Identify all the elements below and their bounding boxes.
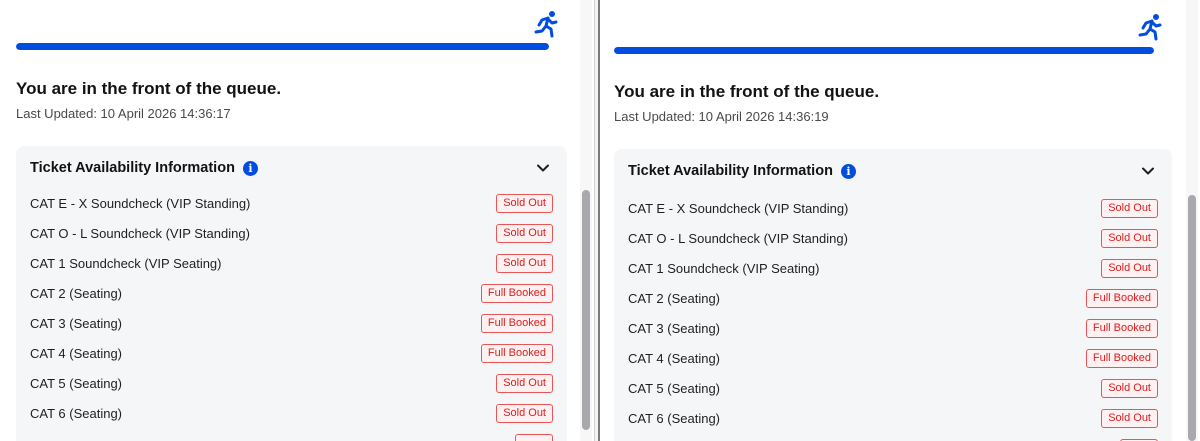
category-label: CAT 3 (Seating) xyxy=(30,315,123,331)
status-badge: Sold Out xyxy=(1101,408,1158,428)
status-badge: Full Booked xyxy=(480,283,553,303)
status-badge: Sold Out xyxy=(496,403,553,423)
ticket-category-row: CAT 6 (Seating) Sold Out xyxy=(30,398,553,428)
status-badge: Sold Out xyxy=(1101,198,1158,218)
running-person-icon xyxy=(1138,14,1162,41)
ticket-category-row: CAT 2 (Seating) Full Booked xyxy=(30,278,553,308)
category-label: CAT O - L Soundcheck (VIP Standing) xyxy=(30,225,250,241)
ticket-category-row: CAT O - L Soundcheck (VIP Standing) Sold … xyxy=(30,218,553,248)
category-label: CAT 1 Soundcheck (VIP Seating) xyxy=(628,260,820,276)
status-badge: Full Booked xyxy=(1085,288,1158,308)
ticket-category-row: CAT 4 (Seating) Full Booked xyxy=(628,343,1158,373)
ticket-category-row: CAT O - L Soundcheck (VIP Standing) Sold … xyxy=(628,223,1158,253)
category-label: CAT 3 (Seating) xyxy=(628,320,721,336)
chevron-down-icon[interactable] xyxy=(1140,163,1156,179)
ticket-category-row: CAT 4 (Seating) Full Booked xyxy=(30,338,553,368)
last-updated-text: Last Updated: 10 April 2026 14:36:19 xyxy=(614,109,829,124)
status-badge: Sold Out xyxy=(496,253,553,273)
queue-progress-fill xyxy=(614,47,1154,54)
ticket-availability-card: Ticket Availability Information i CAT E … xyxy=(614,149,1172,441)
info-icon[interactable]: i xyxy=(242,160,258,176)
status-badge: Sold Out xyxy=(1101,258,1158,278)
chevron-down-icon[interactable] xyxy=(535,160,551,176)
ticket-availability-card: Ticket Availability Information i CAT E … xyxy=(16,146,567,441)
ticket-availability-header[interactable]: Ticket Availability Information i xyxy=(628,159,1158,183)
ticket-category-list: CAT E - X Soundcheck (VIP Standing) Sold … xyxy=(30,188,553,441)
category-label: CAT O - L Soundcheck (VIP Standing) xyxy=(628,230,848,246)
queue-status-title: You are in the front of the queue. xyxy=(614,82,880,101)
category-label: CAT 2 (Seating) xyxy=(30,285,123,301)
status-badge-partial xyxy=(514,433,553,441)
scrollbar-thumb[interactable] xyxy=(582,190,590,430)
status-badge: Sold Out xyxy=(496,373,553,393)
ticket-category-row: CAT 6 (Seating) Sold Out xyxy=(628,403,1158,433)
last-updated-text: Last Updated: 10 April 2026 14:36:17 xyxy=(16,106,231,121)
status-badge: Sold Out xyxy=(496,223,553,243)
category-label: CAT 6 (Seating) xyxy=(30,405,123,421)
scrollbar-thumb[interactable] xyxy=(1188,195,1196,441)
category-label: CAT 5 (Seating) xyxy=(628,380,721,396)
category-label: CAT E - X Soundcheck (VIP Standing) xyxy=(30,195,251,211)
queue-status-title: You are in the front of the queue. xyxy=(16,79,282,98)
ticket-availability-title: Ticket Availability Information xyxy=(30,160,235,176)
ticket-category-row: CAT 1 Soundcheck (VIP Seating) Sold Out xyxy=(30,248,553,278)
queue-progress-bar xyxy=(614,47,1154,54)
category-label: CAT E - X Soundcheck (VIP Standing) xyxy=(628,200,849,216)
queue-pane-left: You are in the front of the queue. Last … xyxy=(0,0,594,441)
ticket-category-row: CAT 1 Soundcheck (VIP Seating) Sold Out xyxy=(628,253,1158,283)
queue-progress-fill xyxy=(16,43,549,50)
status-badge: Full Booked xyxy=(1085,348,1158,368)
ticket-category-row: CAT 2 (Seating) Full Booked xyxy=(628,283,1158,313)
status-badge: Sold Out xyxy=(1101,228,1158,248)
ticket-category-row xyxy=(628,433,1158,441)
category-label: CAT 4 (Seating) xyxy=(30,345,123,361)
ticket-category-row: CAT 3 (Seating) Full Booked xyxy=(628,313,1158,343)
running-person-icon xyxy=(534,11,558,38)
status-badge: Full Booked xyxy=(480,343,553,363)
category-label: CAT 1 Soundcheck (VIP Seating) xyxy=(30,255,222,271)
ticket-category-row: CAT E - X Soundcheck (VIP Standing) Sold … xyxy=(628,193,1158,223)
status-badge: Sold Out xyxy=(496,193,553,213)
info-icon[interactable]: i xyxy=(840,163,856,179)
ticket-category-row: CAT 5 (Seating) Sold Out xyxy=(30,368,553,398)
category-label: CAT 5 (Seating) xyxy=(30,375,123,391)
status-badge: Full Booked xyxy=(1085,318,1158,338)
status-badge: Sold Out xyxy=(1101,378,1158,398)
ticket-category-row: CAT 5 (Seating) Sold Out xyxy=(628,373,1158,403)
ticket-availability-header[interactable]: Ticket Availability Information i xyxy=(30,156,553,180)
ticket-category-row: CAT 3 (Seating) Full Booked xyxy=(30,308,553,338)
category-label: CAT 4 (Seating) xyxy=(628,350,721,366)
queue-pane-right: You are in the front of the queue. Last … xyxy=(600,0,1200,441)
queue-progress-bar xyxy=(16,43,549,50)
status-badge: Full Booked xyxy=(480,313,553,333)
ticket-category-row: CAT E - X Soundcheck (VIP Standing) Sold … xyxy=(30,188,553,218)
ticket-category-row xyxy=(30,428,553,441)
ticket-category-list: CAT E - X Soundcheck (VIP Standing) Sold … xyxy=(628,193,1158,441)
category-label: CAT 2 (Seating) xyxy=(628,290,721,306)
ticket-availability-title: Ticket Availability Information xyxy=(628,163,833,179)
category-label: CAT 6 (Seating) xyxy=(628,410,721,426)
